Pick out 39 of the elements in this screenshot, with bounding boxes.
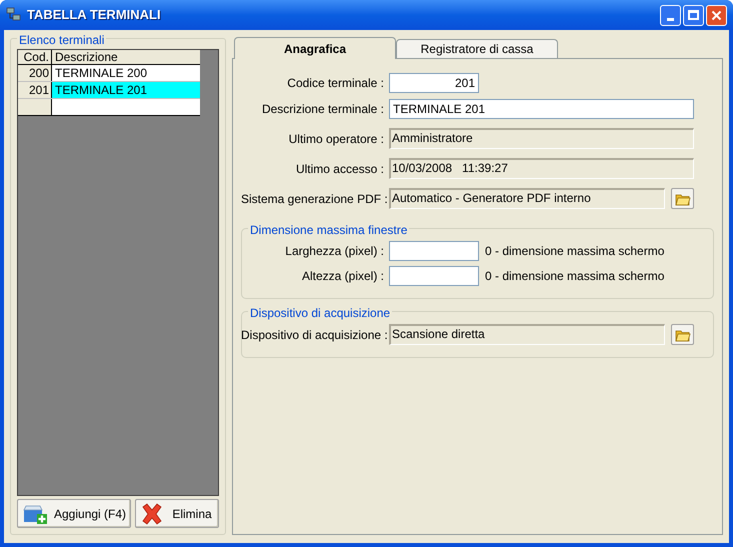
folder-icon (674, 328, 690, 342)
computers-icon (6, 7, 22, 23)
readonly-field: Automatico - Generatore PDF interno (389, 188, 665, 209)
tab[interactable]: Registratore di cassa (396, 39, 558, 58)
close-icon (711, 10, 722, 20)
column-header[interactable]: Descrizione (52, 50, 200, 64)
field-label: Ultimo accesso : (294, 160, 385, 178)
cross-icon (140, 502, 164, 526)
text-field[interactable]: 201 (389, 73, 479, 93)
text-field[interactable] (389, 266, 479, 286)
field-label: Sistema generazione PDF : (241, 190, 389, 208)
maximize-button[interactable] (683, 4, 704, 26)
tab[interactable]: Anagrafica (234, 37, 396, 59)
field-hint: 0 - dimensione massima schermo (485, 268, 664, 285)
minimize-button[interactable] (660, 4, 681, 26)
field-label: Ultimo operatore : (288, 130, 385, 148)
box-plus-icon (22, 502, 48, 524)
browse-button[interactable] (671, 188, 694, 209)
field-label: Larghezza (pixel) : (284, 243, 385, 260)
folder-icon (674, 192, 690, 206)
browse-button[interactable] (671, 324, 694, 345)
add-button[interactable]: Aggiungi (F4) (17, 499, 132, 528)
close-button[interactable] (706, 4, 727, 26)
readonly-field: 10/03/2008 11:39:27 (389, 158, 694, 179)
column-header[interactable]: Cod. (18, 50, 52, 64)
field-label: Dispositivo di acquisizione : (241, 326, 389, 344)
window-title: TABELLA TERMINALI (27, 6, 161, 24)
readonly-field: Scansione diretta (389, 324, 665, 345)
field-hint: 0 - dimensione massima schermo (485, 243, 664, 260)
table-cell: 201 (18, 82, 52, 98)
text-field[interactable] (389, 241, 479, 261)
table-cell: 200 (18, 65, 52, 81)
field-label: Descrizione terminale : (260, 101, 385, 118)
field-label: Codice terminale : (286, 75, 385, 92)
readonly-field: Amministratore (389, 128, 694, 149)
field-label: Altezza (pixel) : (300, 268, 385, 285)
text-field[interactable]: TERMINALE 201 (389, 99, 694, 119)
table-cell[interactable]: TERMINALE 201 (52, 82, 200, 98)
delete-button[interactable]: Elimina (135, 499, 219, 528)
